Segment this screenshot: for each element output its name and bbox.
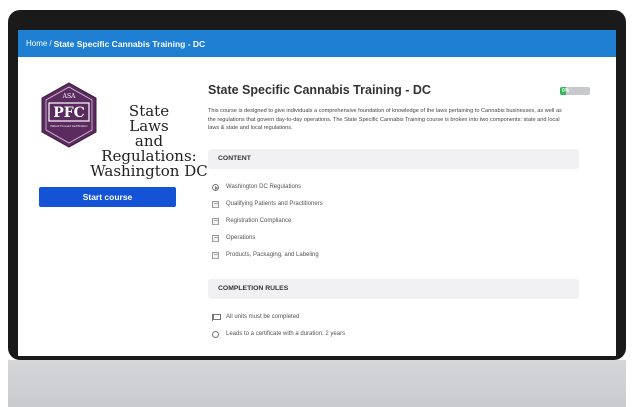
- unit-item[interactable]: Qualifying Patients and Practitioners: [212, 199, 323, 209]
- logo-title-line: Washington DC: [90, 162, 208, 180]
- flag-icon: [212, 313, 221, 321]
- monitor-stand-base: [8, 360, 626, 407]
- document-icon: [212, 234, 219, 242]
- unit-label: Products, Packaging, and Labeling: [226, 252, 319, 258]
- completion-rules-heading: COMPLETION RULES: [208, 279, 579, 299]
- unit-label: Washington DC Regulations: [226, 184, 302, 190]
- document-icon: [212, 200, 219, 208]
- logo-title: State Laws and Regulations: Washington D…: [84, 104, 214, 179]
- progress-bar: 0%: [560, 87, 590, 95]
- rule-label: All units must be completed: [226, 314, 300, 320]
- unit-item[interactable]: Registration Compliance: [212, 216, 291, 226]
- lms-screen: Home / State Specific Cannabis Training …: [18, 30, 616, 356]
- unit-item[interactable]: Washington DC Regulations: [212, 182, 301, 192]
- document-icon: [212, 251, 219, 259]
- breadcrumb-current: State Specific Cannabis Training - DC: [53, 38, 206, 49]
- course-logo: ASA PFC Patient Focused Certification St…: [30, 74, 208, 184]
- monitor-bezel: Home / State Specific Cannabis Training …: [8, 10, 626, 360]
- rule-item: All units must be completed: [212, 312, 299, 322]
- unit-label: Registration Compliance: [226, 218, 292, 224]
- breadcrumb: Home / State Specific Cannabis Training …: [18, 30, 616, 57]
- rule-label: Leads to a certificate with a duration: …: [226, 331, 346, 337]
- unit-label: Operations: [226, 235, 256, 241]
- unit-label: Qualifying Patients and Practitioners: [226, 201, 323, 207]
- play-circle-icon: [212, 183, 219, 191]
- document-icon: [212, 217, 219, 225]
- breadcrumb-separator: /: [49, 39, 52, 48]
- breadcrumb-home-link[interactable]: Home: [26, 39, 47, 48]
- progress-label: 0%: [562, 88, 570, 94]
- badge-top-text: ASA: [62, 93, 76, 100]
- certificate-circle-icon: [212, 330, 219, 338]
- badge-main-text: PFC: [53, 105, 85, 121]
- course-description: This course is designed to give individu…: [208, 108, 562, 131]
- content-heading: CONTENT: [208, 149, 579, 169]
- photo-frame: Home / State Specific Cannabis Training …: [0, 0, 634, 407]
- start-course-button[interactable]: Start course: [39, 187, 176, 207]
- rule-item: Leads to a certificate with a duration: …: [212, 329, 345, 339]
- unit-item[interactable]: Operations: [212, 233, 255, 243]
- course-title: State Specific Cannabis Training - DC: [208, 83, 431, 97]
- unit-item[interactable]: Products, Packaging, and Labeling: [212, 250, 319, 260]
- badge-sub-text: Patient Focused Certification: [50, 124, 88, 128]
